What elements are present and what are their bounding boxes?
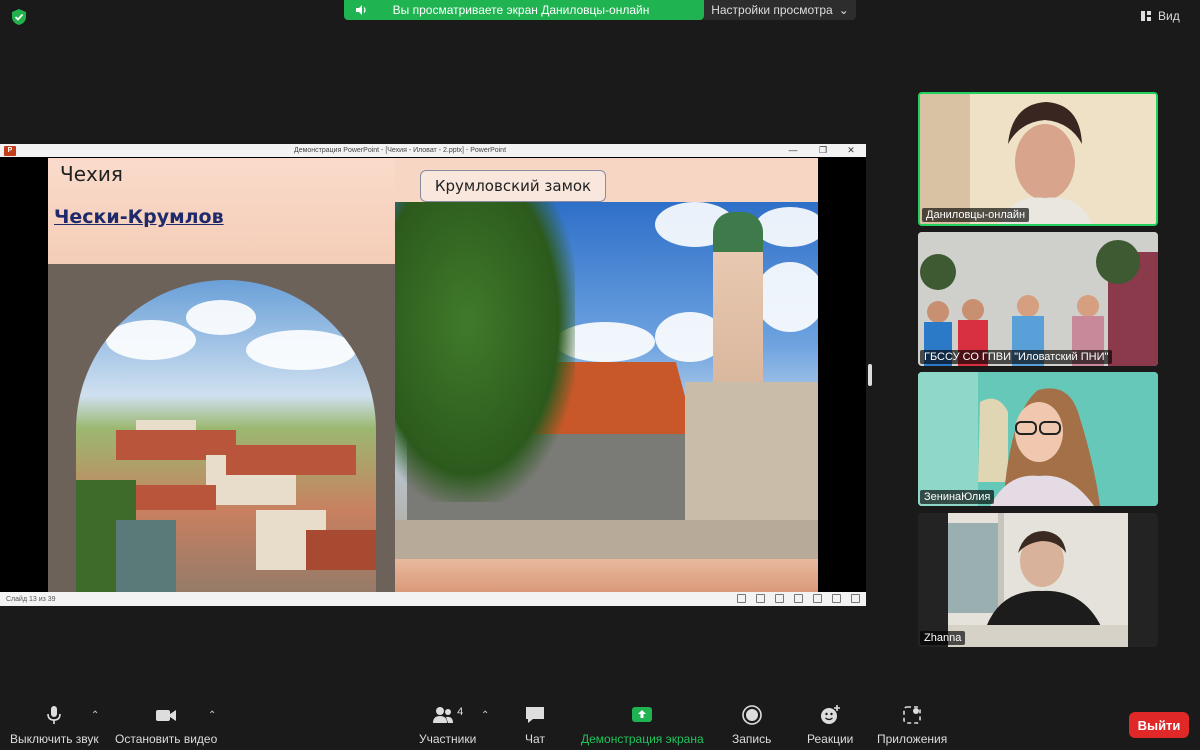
slide-subtitle: Чески-Крумлов — [54, 206, 224, 228]
participants-icon — [433, 707, 454, 723]
slide-title: Чехия — [60, 162, 123, 186]
minimize-icon[interactable]: — — [782, 144, 804, 157]
chat-icon — [526, 707, 544, 723]
view-settings-button[interactable]: Настройки просмотра ⌄ — [704, 0, 856, 20]
share-screen-label: Демонстрация экрана — [581, 732, 704, 746]
participant-tile-3[interactable]: ЗенинаЮлия — [918, 372, 1158, 506]
participant-tile-1[interactable]: Даниловцы-онлайн — [918, 92, 1158, 226]
security-shield-icon[interactable] — [10, 8, 28, 26]
share-screen-icon — [632, 707, 653, 722]
chevron-down-icon: ⌄ — [838, 3, 849, 17]
tree — [395, 202, 575, 502]
panel-resize-handle[interactable] — [868, 364, 872, 386]
next-slide-icon[interactable] — [775, 594, 784, 603]
chat-label: Чат — [525, 732, 545, 746]
notes-icon[interactable] — [756, 594, 765, 603]
slide: Чехия Чески-Крумлов Крумловский замок — [48, 158, 818, 592]
arch-opening — [76, 280, 376, 592]
mute-button[interactable]: Выключить звук — [10, 704, 99, 746]
speaker-icon — [356, 5, 366, 15]
share-screen-button[interactable]: Демонстрация экрана — [581, 704, 704, 746]
right-building — [685, 382, 818, 532]
participants-button[interactable]: 4 Участники — [419, 704, 476, 746]
reading-view-icon[interactable] — [832, 594, 841, 603]
view-label: Вид — [1158, 9, 1180, 23]
participant-tile-4[interactable]: Zhanna — [918, 513, 1158, 647]
record-icon — [741, 705, 762, 725]
slide-footer-area — [395, 559, 818, 592]
record-button[interactable]: Запись — [732, 704, 771, 746]
chat-button[interactable]: Чат — [524, 704, 546, 746]
participant-tile-2[interactable]: ГБССУ СО ГПВИ "Иловатский ПНИ" — [918, 232, 1158, 366]
slide-counter: Слайд 13 из 39 — [6, 595, 56, 603]
audio-options-caret-icon[interactable]: ⌃ — [91, 710, 99, 721]
video-options-caret-icon[interactable]: ⌃ — [208, 710, 216, 721]
ppt-statusbar: Слайд 13 из 39 — [0, 592, 866, 606]
courtyard — [395, 520, 818, 559]
castle-photo — [395, 202, 818, 559]
participant-name: ЗенинаЮлия — [920, 490, 995, 504]
reactions-button[interactable]: Реакции — [807, 704, 853, 746]
participants-count: 4 — [457, 706, 464, 718]
apps-button[interactable]: Приложения — [877, 704, 947, 746]
reactions-label: Реакции — [807, 732, 854, 746]
leave-button[interactable]: Выйти — [1129, 712, 1189, 738]
participants-label: Участники — [419, 732, 477, 746]
stop-video-button[interactable]: Остановить видео — [115, 704, 217, 746]
grid-icon — [1141, 11, 1151, 21]
apps-icon — [903, 706, 921, 724]
participant-video — [918, 232, 1158, 366]
view-settings-label: Настройки просмотра — [711, 3, 833, 17]
participant-name: Zhanna — [920, 631, 966, 645]
slideshow-view-icon[interactable] — [851, 594, 860, 603]
record-label: Запись — [732, 732, 772, 746]
normal-view-icon[interactable] — [794, 594, 803, 603]
participant-video — [918, 513, 1158, 647]
screen-share-banner: Вы просматриваете экран Даниловцы-онлайн — [344, 0, 704, 20]
participants-options-caret-icon[interactable]: ⌃ — [481, 710, 489, 721]
prev-slide-icon[interactable] — [737, 594, 746, 603]
ppt-window-title: Демонстрация PowerPoint - [Чехия - Илова… — [293, 147, 507, 154]
participant-video — [918, 372, 1158, 506]
participant-video — [920, 94, 1156, 224]
town-arch-photo — [48, 264, 395, 592]
powerpoint-window: P Демонстрация PowerPoint - [Чехия - Ило… — [0, 144, 866, 606]
meeting-toolbar: Выключить звук ⌃ Остановить видео ⌃ 4 Уч… — [0, 700, 1200, 750]
ppt-titlebar: P Демонстрация PowerPoint - [Чехия - Ило… — [0, 144, 866, 157]
participant-name: ГБССУ СО ГПВИ "Иловатский ПНИ" — [920, 350, 1113, 364]
apps-label: Приложения — [877, 732, 948, 746]
close-icon[interactable]: ✕ — [840, 144, 862, 157]
castle-label: Крумловский замок — [420, 170, 606, 202]
stop-video-label: Остановить видео — [115, 732, 218, 746]
emoji-plus-icon — [821, 705, 841, 724]
share-banner-text: Вы просматриваете экран Даниловцы-онлайн — [392, 3, 650, 17]
sorter-view-icon[interactable] — [813, 594, 822, 603]
microphone-icon — [47, 706, 62, 724]
participant-name: Даниловцы-онлайн — [922, 208, 1030, 222]
video-camera-icon — [156, 710, 177, 721]
mute-label: Выключить звук — [10, 732, 99, 746]
view-button[interactable]: Вид — [1140, 6, 1190, 26]
restore-icon[interactable]: ❐ — [812, 144, 834, 157]
